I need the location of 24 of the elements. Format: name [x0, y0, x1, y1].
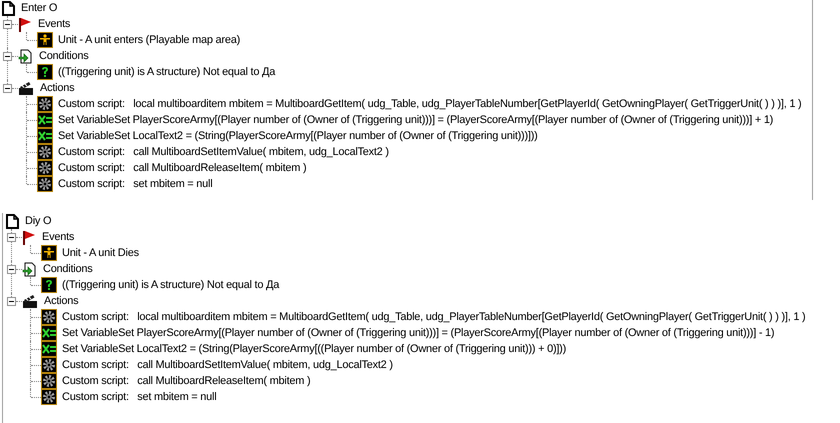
section-label[interactable]: Conditions [43, 260, 92, 278]
tree-item-text[interactable]: Unit - A unit enters (Playable map area) [58, 32, 240, 48]
tree-item-text[interactable]: Set VariableSet PlayerScoreArmy[(Player number of (Owner of (Triggering unit)))] = (PlayerScoreArmy[(Player number of (Owner of (Triggering unit)))] - 1) [62, 324, 774, 342]
tree-item-text[interactable]: Unit - A unit Dies [62, 244, 139, 262]
tree-item-text[interactable]: Custom script: set mbitem = null [62, 388, 216, 406]
section-label[interactable]: Events [42, 228, 74, 246]
section-label[interactable]: Actions [40, 80, 74, 96]
tree-item-text[interactable]: Set VariableSet PlayerScoreArmy[(Player number of (Owner of (Triggering unit)))] = (PlayerScoreArmy[(Player number of (Owner of (Triggering unit)))] + 1) [58, 112, 774, 128]
section-label[interactable]: Actions [44, 292, 78, 310]
tree-item-text[interactable]: Custom script: local multiboarditem mbitem = MultiboardGetItem( udg_Table, udg_PlayerTableNumber[GetPlayerId( GetOwningPlayer( GetTriggerUnit( ) ) )], 1 ) [58, 96, 802, 112]
trigger-title[interactable]: Diy O [25, 212, 52, 230]
tree-item-text[interactable]: Set VariableSet LocalText2 = (String(PlayerScoreArmy[((Player number of (Owner of (Triggering unit))) + 0)])) [62, 340, 566, 358]
tree-item-text[interactable]: Custom script: call MultiboardSetItemValue( mbitem, udg_LocalText2 ) [58, 144, 389, 160]
trigger-title[interactable]: Enter O [21, 0, 58, 16]
tree-item-text[interactable]: ((Triggering unit) is A structure) Not equal to Да [62, 276, 280, 294]
tree-item-text[interactable]: Custom script: call MultiboardReleaseItem( mbitem ) [62, 372, 310, 390]
tree-item-text[interactable]: Custom script: call MultiboardReleaseItem( mbitem ) [58, 160, 306, 176]
section-label[interactable]: Conditions [39, 48, 88, 64]
tree-item-text[interactable]: ((Triggering unit) is A structure) Not equal to Да [58, 64, 276, 80]
tree-item-text[interactable]: Custom script: local multiboarditem mbitem = MultiboardGetItem( udg_Table, udg_PlayerTableNumber[GetPlayerId( GetOwningPlayer( GetTriggerUnit( ) ) )], 1 ) [62, 308, 806, 326]
tree-item-text[interactable]: Custom script: call MultiboardSetItemValue( mbitem, udg_LocalText2 ) [62, 356, 393, 374]
tree-item-text[interactable]: Custom script: set mbitem = null [58, 176, 212, 192]
tree-item-text[interactable]: Set VariableSet LocalText2 = (String(PlayerScoreArmy[(Player number of (Owner of (Triggering unit)))])) [58, 128, 538, 144]
section-label[interactable]: Events [38, 16, 70, 32]
